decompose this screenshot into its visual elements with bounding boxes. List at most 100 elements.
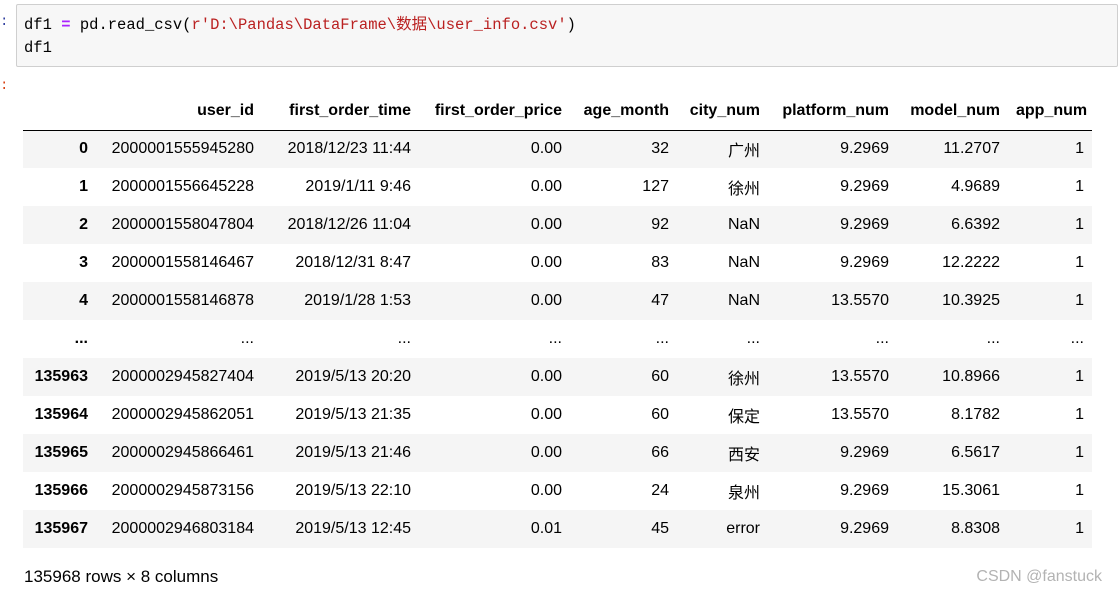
watermark: CSDN @fanstuck [976, 568, 1102, 585]
table-cell: ... [397, 330, 411, 347]
row-index: 135966 [34, 482, 88, 499]
table-cell: 2000001555945280 [111, 140, 254, 158]
row-index: 135963 [34, 368, 88, 385]
table-cell: 2000002945827404 [111, 368, 254, 385]
table-row: 135964 2000002945862051 2019/5/13 21:35 0.0… [23, 396, 1092, 434]
table-cell: 2019/5/13 21:46 [295, 444, 411, 461]
table-cell: 9.2969 [840, 254, 889, 271]
table-cell: 0.00 [530, 482, 562, 499]
table-cell: ... [746, 330, 760, 347]
dataframe-table: user_id first_order_time first_order_price… [23, 92, 1092, 548]
table-cell: ... [655, 330, 669, 347]
table-cell: 1 [1075, 406, 1084, 423]
table-row: 4 2000001558146878 2019/1/28 1:53 0.00 47 NaN… [23, 282, 1092, 320]
row-index: 135965 [34, 444, 88, 461]
table-cell: 0.00 [530, 254, 562, 271]
row-index: 1 [79, 178, 88, 195]
table-row: 135967 2000002946803184 2019/5/13 12:45 0.0… [23, 510, 1092, 548]
table-cell: 广州 [727, 143, 760, 161]
code-line2: df1 [24, 39, 52, 57]
table-row: 1 2000001556645228 2019/1/11 9:46 0.00 127 徐州… [23, 168, 1092, 206]
table-cell: 9.2969 [840, 216, 889, 233]
table-cell: 83 [651, 254, 669, 271]
table-row: 3 2000001558146467 2018/12/31 8:47 0.00 83 Na… [23, 244, 1092, 282]
table-cell: 2018/12/31 8:47 [295, 254, 411, 271]
table-cell: 24 [651, 482, 669, 499]
column-header: age_month [570, 92, 677, 131]
code-var: df1 [24, 16, 52, 34]
table-row: 135966 2000002945873156 2019/5/13 22:10 0.0… [23, 472, 1092, 510]
table-cell: 2000002945866461 [111, 444, 254, 461]
table-cell: 2019/5/13 20:20 [295, 368, 411, 385]
table-cell: 13.5570 [831, 368, 889, 385]
table-cell: 8.1782 [951, 406, 1000, 423]
table-cell: 1 [1075, 368, 1084, 385]
table-cell: 2019/5/13 21:35 [295, 406, 411, 423]
table-cell: 2000001556645228 [111, 178, 254, 195]
table-cell: 92 [651, 216, 669, 233]
table-cell: 32 [651, 140, 669, 158]
row-index: 135967 [34, 520, 88, 537]
shape-summary: 135968 rows × 8 columns [24, 567, 219, 586]
table-cell: 45 [651, 520, 669, 537]
table-cell: NaN [727, 216, 760, 233]
table-cell: 127 [642, 178, 669, 195]
table-cell: 2000001558146878 [111, 292, 254, 309]
table-cell: 9.2969 [840, 178, 889, 195]
table-cell: 13.5570 [831, 292, 889, 309]
table-row: 2 2000001558047804 2018/12/26 11:04 0.00 92 N… [23, 206, 1092, 244]
table-cell: 0.00 [530, 406, 562, 423]
table-body: 0 2000001555945280 2018/12/23 11:44 0.00 32 广… [23, 130, 1092, 548]
code-string: r'D:\Pandas\DataFrame\数据\user_info.csv' [191, 16, 567, 34]
table-cell: 0.00 [530, 140, 562, 158]
table-row: 135963 2000002945827404 2019/5/13 20:20 0.0… [23, 358, 1092, 396]
column-header: first_order_price [419, 92, 570, 131]
table-cell: 0.00 [530, 216, 562, 233]
table-cell: 0.00 [530, 444, 562, 461]
table-cell: NaN [727, 254, 760, 271]
column-header: user_id [96, 92, 262, 131]
table-cell: 13.5570 [831, 406, 889, 423]
table-cell: 2018/12/26 11:04 [287, 216, 411, 233]
table-cell: 1 [1075, 444, 1084, 461]
table-cell: ... [1070, 330, 1084, 347]
row-index: 3 [79, 254, 88, 271]
input-prompt: : [0, 14, 9, 30]
table-cell: 徐州 [727, 181, 760, 198]
table-cell: ... [240, 330, 254, 347]
table-cell: 0.00 [530, 368, 562, 385]
table-cell: ... [875, 330, 889, 347]
table-header-row: user_id first_order_time first_order_price… [23, 92, 1092, 131]
table-cell: 9.2969 [840, 140, 889, 158]
table-cell: 8.8308 [951, 520, 1000, 537]
column-header: app_num [1008, 92, 1092, 131]
code-call-prefix: pd.read_csv( [79, 16, 192, 34]
table-cell: 4.9689 [951, 178, 1000, 195]
table-cell: 1 [1075, 292, 1084, 309]
table-cell: 2000001558146467 [111, 254, 254, 271]
table-cell: 1 [1075, 482, 1084, 499]
table-cell: 2019/5/13 22:10 [295, 482, 411, 499]
table-cell: 9.2969 [840, 482, 889, 499]
table-cell: 1 [1075, 178, 1084, 195]
table-cell: 0.00 [530, 178, 562, 195]
table-cell: 9.2969 [840, 444, 889, 461]
row-index: ... [74, 330, 88, 347]
row-index: 2 [79, 216, 88, 233]
table-cell: 2018/12/23 11:44 [287, 140, 411, 158]
table-cell: 2000002945873156 [111, 482, 254, 499]
code-cell[interactable]: df1 = pd.read_csv(r'D:\Pandas\DataFrame\… [16, 4, 1118, 67]
table-cell: 1 [1075, 216, 1084, 233]
table-cell: 保定 [727, 409, 760, 426]
table-cell: 6.5617 [951, 444, 1000, 461]
table-row: 0 2000001555945280 2018/12/23 11:44 0.00 32 广… [23, 130, 1092, 168]
column-header: model_num [897, 92, 1008, 131]
table-cell: 1 [1075, 254, 1084, 271]
column-header: first_order_time [262, 92, 419, 131]
index-header [23, 92, 96, 131]
table-cell: 66 [651, 444, 669, 461]
table-cell: 1 [1075, 520, 1084, 537]
dataframe-output: user_id first_order_time first_order_price… [23, 92, 1095, 548]
table-cell: 2019/1/11 9:46 [305, 178, 411, 195]
table-cell: 12.2222 [942, 254, 1000, 271]
